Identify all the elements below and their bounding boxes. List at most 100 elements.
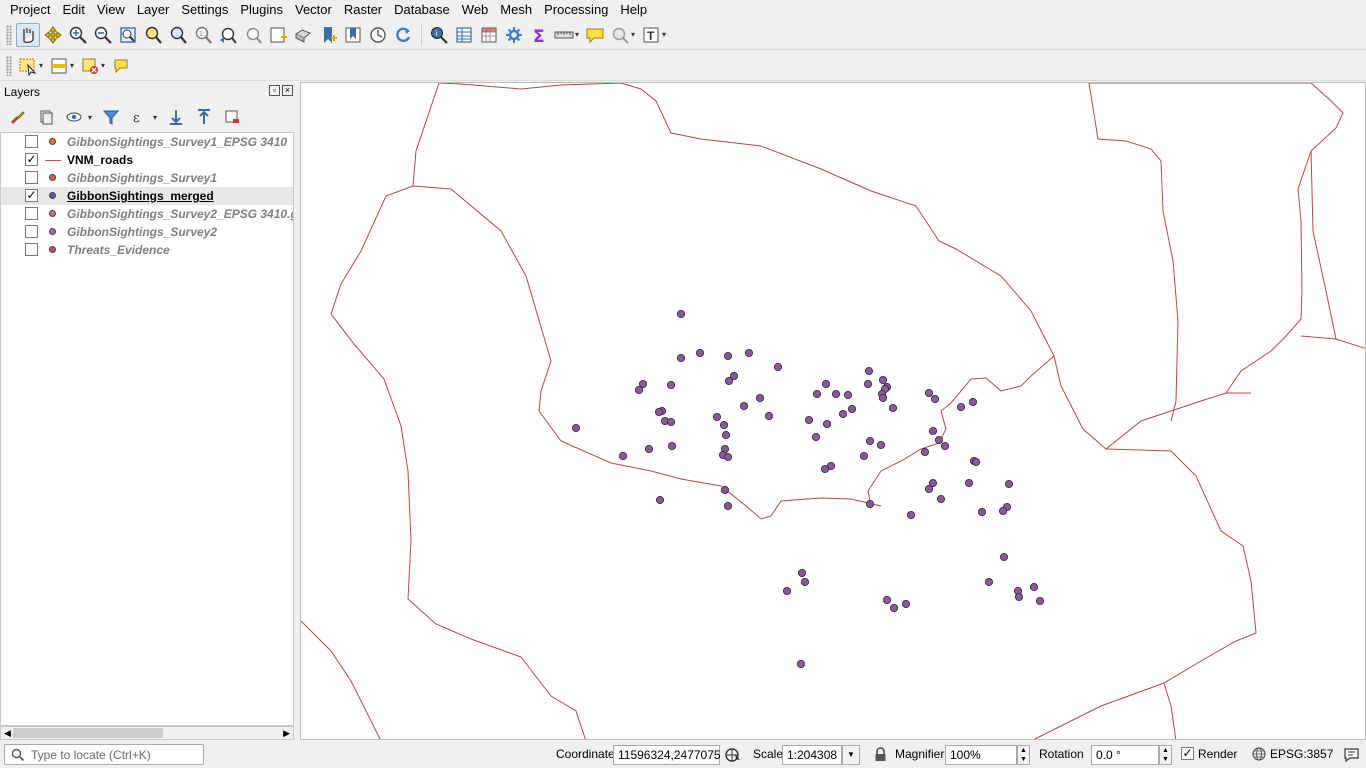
new-map-view-icon[interactable] (266, 23, 290, 47)
zoom-last-icon[interactable] (216, 23, 240, 47)
magnifier-field[interactable]: 100% (945, 745, 1017, 765)
manage-visibility-eye-icon[interactable] (62, 105, 86, 129)
layer-row[interactable]: Threats_Evidence (1, 241, 293, 259)
gibbon-sighting-point[interactable] (812, 389, 822, 399)
new-bookmark-icon[interactable] (316, 23, 340, 47)
gibbon-sighting-point[interactable] (847, 404, 857, 414)
select-by-expression-icon[interactable] (109, 54, 133, 78)
identify-icon[interactable]: i (427, 23, 451, 47)
gibbon-sighting-point[interactable] (878, 375, 888, 385)
layer-row[interactable]: GibbonSightings_Survey2_EPSG 3410.geo (1, 205, 293, 223)
lock-scale-icon[interactable] (874, 747, 887, 765)
gibbon-sighting-point[interactable] (695, 348, 705, 358)
gibbon-sighting-point[interactable] (723, 351, 733, 361)
gibbon-sighting-point[interactable] (924, 388, 934, 398)
style-brush-icon[interactable] (6, 105, 30, 129)
gibbon-sighting-point[interactable] (843, 390, 853, 400)
gibbon-sighting-point[interactable] (676, 353, 686, 363)
rotation-spinner[interactable]: ▲ ▼ (1159, 745, 1172, 765)
gibbon-sighting-point[interactable] (838, 409, 848, 419)
gibbon-sighting-point[interactable] (739, 401, 749, 411)
layer-row[interactable]: GibbonSightings_Survey1 (1, 169, 293, 187)
render-checkbox[interactable]: ✓ (1181, 747, 1194, 760)
new-3d-map-view-icon[interactable] (291, 23, 315, 47)
gibbon-sighting-point[interactable] (889, 603, 899, 613)
gibbon-sighting-point[interactable] (723, 501, 733, 511)
menu-help[interactable]: Help (614, 0, 653, 20)
gibbon-sighting-point[interactable] (998, 506, 1008, 516)
scale-dropdown-icon[interactable]: ▼ (842, 745, 860, 765)
gibbon-sighting-point[interactable] (820, 464, 830, 474)
map-canvas[interactable] (300, 82, 1366, 740)
gibbon-sighting-point[interactable] (744, 348, 754, 358)
collapse-all-icon[interactable] (192, 105, 216, 129)
statistics-sigma-icon[interactable]: Σ (527, 23, 551, 47)
expand-all-icon[interactable] (164, 105, 188, 129)
gibbon-sighting-point[interactable] (956, 402, 966, 412)
gibbon-sighting-point[interactable] (764, 411, 774, 421)
close-panel-button[interactable]: × (282, 85, 293, 96)
dropdown-arrow-icon[interactable]: ▾ (39, 61, 43, 70)
layer-visibility-checkbox[interactable] (25, 243, 38, 256)
scale-field[interactable]: 1:204308 (782, 745, 842, 765)
gibbon-sighting-point[interactable] (782, 586, 792, 596)
layer-row[interactable]: ✓ VNM_roads (1, 151, 293, 169)
gibbon-sighting-point[interactable] (773, 362, 783, 372)
open-attribute-table-icon[interactable] (452, 23, 476, 47)
show-bookmarks-icon[interactable] (341, 23, 365, 47)
add-group-icon[interactable] (34, 105, 58, 129)
gibbon-sighting-point[interactable] (796, 659, 806, 669)
gibbon-sighting-point[interactable] (634, 385, 644, 395)
gibbon-sighting-point[interactable] (920, 447, 930, 457)
gibbon-sighting-point[interactable] (800, 577, 810, 587)
gibbon-sighting-point[interactable] (1014, 592, 1024, 602)
messages-icon[interactable] (1343, 746, 1360, 766)
filter-funnel-icon[interactable] (99, 105, 123, 129)
menu-raster[interactable]: Raster (338, 0, 388, 20)
locator-input[interactable] (31, 747, 199, 762)
layer-visibility-checkbox[interactable] (25, 171, 38, 184)
gibbon-sighting-point[interactable] (859, 451, 869, 461)
gibbon-sighting-point[interactable] (667, 441, 677, 451)
dropdown-arrow-icon[interactable]: ▾ (70, 61, 74, 70)
layer-visibility-checkbox[interactable] (25, 207, 38, 220)
dropdown-arrow-icon[interactable]: ▾ (575, 30, 579, 39)
gibbon-sighting-point[interactable] (864, 366, 874, 376)
gibbon-sighting-point[interactable] (882, 595, 892, 605)
field-calculator-icon[interactable] (477, 23, 501, 47)
gibbon-sighting-point[interactable] (724, 376, 734, 386)
scroll-left-icon[interactable]: ◀ (4, 727, 11, 739)
dropdown-arrow-icon[interactable]: ▾ (631, 30, 635, 39)
gibbon-sighting-point[interactable] (755, 393, 765, 403)
gibbon-sighting-point[interactable] (618, 451, 628, 461)
zoom-next-icon[interactable] (241, 23, 265, 47)
magnifier-spinner[interactable]: ▲ ▼ (1017, 745, 1030, 765)
gibbon-sighting-point[interactable] (712, 412, 722, 422)
menu-plugins[interactable]: Plugins (234, 0, 289, 20)
select-by-value-icon[interactable] (47, 54, 71, 78)
scroll-right-icon[interactable]: ▶ (283, 727, 290, 739)
filter-expression-icon[interactable]: ε (127, 105, 151, 129)
pan-to-selection-icon[interactable] (41, 23, 65, 47)
select-features-icon[interactable] (16, 54, 40, 78)
rotation-field[interactable]: 0.0 ° (1091, 745, 1159, 765)
gibbon-sighting-point[interactable] (878, 393, 888, 403)
gibbon-sighting-point[interactable] (865, 436, 875, 446)
deselect-icon[interactable] (78, 54, 102, 78)
gibbon-sighting-point[interactable] (654, 407, 664, 417)
zoom-native-icon[interactable]: 1:1 (191, 23, 215, 47)
gibbon-sighting-point[interactable] (1029, 582, 1039, 592)
toggle-extents-mouse-icon[interactable] (724, 746, 742, 767)
gibbon-sighting-point[interactable] (977, 507, 987, 517)
layers-horizontal-scrollbar[interactable]: ◀ ▶ (0, 726, 294, 740)
gibbon-sighting-point[interactable] (964, 478, 974, 488)
gibbon-sighting-point[interactable] (1004, 479, 1014, 489)
gibbon-sighting-point[interactable] (984, 577, 994, 587)
gibbon-sighting-point[interactable] (721, 430, 731, 440)
temporal-controller-icon[interactable] (366, 23, 390, 47)
gibbon-sighting-point[interactable] (666, 417, 676, 427)
gibbon-sighting-point[interactable] (1035, 596, 1045, 606)
gibbon-sighting-point[interactable] (644, 444, 654, 454)
gibbon-sighting-point[interactable] (655, 495, 665, 505)
gibbon-sighting-point[interactable] (676, 309, 686, 319)
